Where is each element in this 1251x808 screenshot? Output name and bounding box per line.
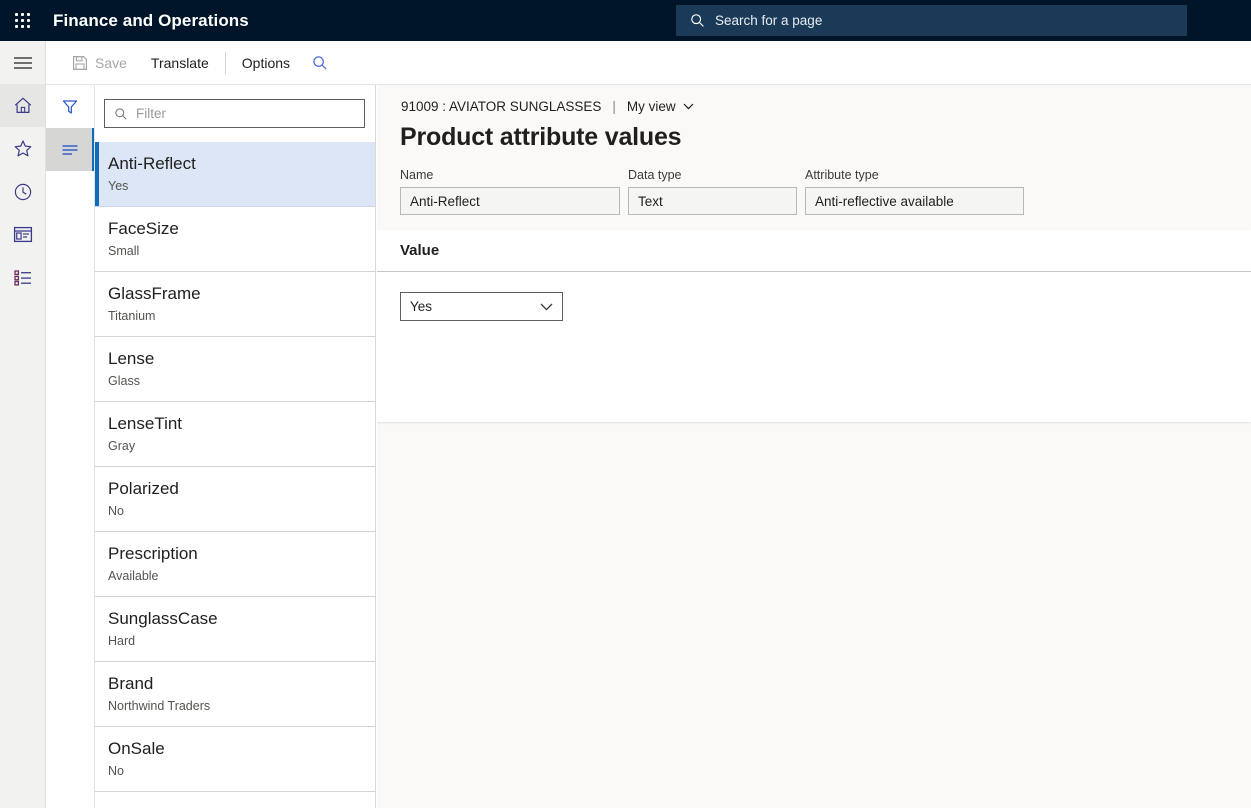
top-navigation-bar: Finance and Operations Search for a page xyxy=(0,0,1251,41)
value-card-title: Value xyxy=(400,242,439,259)
list-item-value: Hard xyxy=(108,633,376,649)
save-label: Save xyxy=(95,55,127,71)
translate-button[interactable]: Translate xyxy=(139,41,221,85)
main-content: 91009 : AVIATOR SUNGLASSES | My view Pro… xyxy=(377,85,1251,808)
sidebar-item-home[interactable] xyxy=(0,84,45,127)
list-item[interactable]: Anti-Reflect Yes xyxy=(95,142,376,207)
clock-icon xyxy=(13,182,33,202)
list-item-name: LenseTint xyxy=(108,413,376,434)
filter-pane-button[interactable] xyxy=(46,85,94,128)
breadcrumb-record: 91009 : AVIATOR SUNGLASSES xyxy=(401,99,601,114)
list-item-value: Northwind Traders xyxy=(108,698,376,714)
star-icon xyxy=(13,139,33,158)
search-icon xyxy=(312,55,328,71)
list-filter-rail xyxy=(46,85,95,808)
options-label: Options xyxy=(242,55,290,71)
list-item[interactable]: GlassFrame Titanium xyxy=(95,272,376,337)
value-dropdown[interactable]: Yes xyxy=(400,292,563,321)
list-item-name: Lense xyxy=(108,348,376,369)
breadcrumb: 91009 : AVIATOR SUNGLASSES | My view xyxy=(401,99,694,114)
list-item[interactable]: Brand Northwind Traders xyxy=(95,662,376,727)
sidebar-item-workspaces[interactable] xyxy=(0,213,45,256)
value-dropdown-label: Yes xyxy=(410,299,432,314)
value-card-body: Yes xyxy=(377,272,1251,321)
search-icon xyxy=(690,13,705,28)
field-row: Name Anti-Reflect Data type Text Attribu… xyxy=(400,168,1024,215)
global-search-input[interactable]: Search for a page xyxy=(676,5,1187,36)
value-card-header: Value xyxy=(377,230,1251,272)
toolbar-search-button[interactable] xyxy=(302,41,338,85)
global-search-placeholder: Search for a page xyxy=(715,13,822,28)
filter-placeholder: Filter xyxy=(136,106,166,121)
save-button[interactable]: Save xyxy=(60,41,139,85)
list-item[interactable]: OnSale No xyxy=(95,727,376,792)
list-item-value: No xyxy=(108,763,376,779)
toolbar-divider xyxy=(225,52,226,74)
chevron-down-icon xyxy=(540,303,553,311)
workspace-icon xyxy=(13,226,33,243)
value-card: Value Yes xyxy=(377,230,1251,422)
name-field[interactable]: Anti-Reflect xyxy=(400,187,620,215)
list-item-name: Anti-Reflect xyxy=(108,153,376,174)
field-label: Name xyxy=(400,168,620,183)
sidebar-item-recent[interactable] xyxy=(0,170,45,213)
waffle-grid-icon[interactable] xyxy=(0,0,46,41)
view-selector-label: My view xyxy=(627,99,676,114)
action-toolbar: Save Translate Options xyxy=(46,41,1251,85)
list-item-name: Prescription xyxy=(108,543,376,564)
list-item-value: Small xyxy=(108,243,376,259)
chevron-down-icon xyxy=(683,103,694,110)
search-icon xyxy=(114,107,128,121)
list-icon xyxy=(13,269,33,286)
list-item[interactable]: FaceSize Small xyxy=(95,207,376,272)
left-icon-rail xyxy=(0,41,46,808)
list-item-value: Glass xyxy=(108,373,376,389)
waffle-dots xyxy=(15,13,31,29)
list-item-name: Brand xyxy=(108,673,376,694)
home-icon xyxy=(13,96,33,115)
field-label: Attribute type xyxy=(805,168,1024,183)
list-item-name: OnSale xyxy=(108,738,376,759)
list-lines-icon xyxy=(61,143,79,157)
list-item-value: No xyxy=(108,503,376,519)
list-item[interactable]: Polarized No xyxy=(95,467,376,532)
attribute-list-pane: Filter Anti-Reflect Yes FaceSize Small G… xyxy=(95,85,376,808)
field-group-name: Name Anti-Reflect xyxy=(400,168,620,215)
save-disk-icon xyxy=(72,55,88,71)
view-selector[interactable]: My view xyxy=(627,99,694,114)
list-item-value: Gray xyxy=(108,438,376,454)
list-item-name: FaceSize xyxy=(108,218,376,239)
field-group-attribute-type: Attribute type Anti-reflective available xyxy=(805,168,1024,215)
list-item-name: Polarized xyxy=(108,478,376,499)
list-item-value: Available xyxy=(108,568,376,584)
list-item[interactable]: Lense Glass xyxy=(95,337,376,402)
funnel-filter-icon xyxy=(61,98,79,116)
list-item-value: Titanium xyxy=(108,308,376,324)
data-type-field[interactable]: Text xyxy=(628,187,797,215)
hamburger-menu-icon[interactable] xyxy=(0,41,45,84)
list-item[interactable]: SunglassCase Hard xyxy=(95,597,376,662)
field-group-data-type: Data type Text xyxy=(628,168,797,215)
list-item-name: GlassFrame xyxy=(108,283,376,304)
app-title: Finance and Operations xyxy=(53,11,249,31)
field-label: Data type xyxy=(628,168,797,183)
list-item-value: Yes xyxy=(108,178,376,194)
list-pane-button[interactable] xyxy=(46,128,94,171)
list-item[interactable]: LenseTint Gray xyxy=(95,402,376,467)
sidebar-item-modules[interactable] xyxy=(0,256,45,299)
list-item[interactable]: Prescription Available xyxy=(95,532,376,597)
sidebar-item-favorites[interactable] xyxy=(0,127,45,170)
attribute-type-field[interactable]: Anti-reflective available xyxy=(805,187,1024,215)
list-item-name: SunglassCase xyxy=(108,608,376,629)
options-button[interactable]: Options xyxy=(230,41,302,85)
page-title: Product attribute values xyxy=(400,123,681,152)
filter-input[interactable]: Filter xyxy=(104,99,365,128)
translate-label: Translate xyxy=(151,55,209,71)
breadcrumb-separator: | xyxy=(612,99,616,114)
attribute-list: Anti-Reflect Yes FaceSize Small GlassFra… xyxy=(95,142,376,808)
